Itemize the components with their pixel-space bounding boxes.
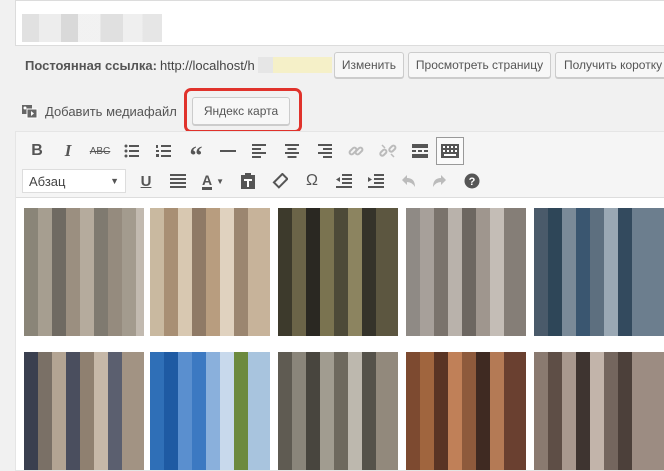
- horizontal-line-icon[interactable]: [212, 137, 244, 165]
- gallery-image[interactable]: [534, 352, 664, 470]
- svg-text:?: ?: [469, 176, 476, 188]
- text-color-chevron-icon: ▼: [216, 176, 225, 186]
- unlink-icon[interactable]: [372, 137, 404, 165]
- gallery-image[interactable]: [278, 352, 398, 470]
- gallery-image[interactable]: [278, 208, 398, 336]
- indent-icon[interactable]: [360, 167, 392, 195]
- blockquote-icon[interactable]: “: [180, 137, 212, 170]
- chevron-down-icon: ▼: [110, 176, 119, 186]
- editor-toolbar: B I ABC “ Абзац ▼ U A ▼ Ω ?: [16, 132, 664, 198]
- editor-panel: B I ABC “ Абзац ▼ U A ▼ Ω ?: [15, 131, 664, 471]
- format-select[interactable]: Абзац ▼: [22, 169, 126, 193]
- change-permalink-button[interactable]: Изменить: [334, 52, 404, 78]
- toolbar-row-1: B I ABC “: [22, 136, 464, 170]
- outdent-icon[interactable]: [328, 167, 360, 195]
- gallery-image[interactable]: [150, 208, 270, 336]
- align-center-icon[interactable]: [276, 137, 308, 165]
- gallery-image[interactable]: [406, 208, 526, 336]
- view-page-button[interactable]: Просмотреть страницу: [408, 52, 551, 78]
- add-media-button[interactable]: Добавить медиафайл: [15, 97, 183, 125]
- strikethrough-icon[interactable]: ABC: [84, 137, 116, 165]
- toolbar-toggle-icon[interactable]: [436, 137, 464, 165]
- italic-icon[interactable]: I: [52, 137, 84, 165]
- format-select-value: Абзац: [29, 173, 66, 189]
- gallery-image[interactable]: [534, 208, 664, 336]
- post-title-input[interactable]: [15, 0, 664, 46]
- bold-icon[interactable]: B: [22, 137, 52, 165]
- permalink-row: Постоянная ссылка: http://localhost/h Из…: [0, 50, 664, 78]
- clear-formatting-icon[interactable]: [264, 167, 296, 195]
- numbered-list-icon[interactable]: [148, 137, 180, 165]
- bullet-list-icon[interactable]: [116, 137, 148, 165]
- justify-icon[interactable]: [162, 167, 194, 195]
- title-blurred-text: [22, 14, 162, 42]
- permalink-label: Постоянная ссылка:: [25, 58, 157, 73]
- editor-content-gallery[interactable]: [24, 208, 664, 470]
- link-icon[interactable]: [340, 137, 372, 165]
- align-left-icon[interactable]: [244, 137, 276, 165]
- media-icon: [22, 105, 38, 119]
- get-shortlink-button[interactable]: Получить коротку: [555, 52, 664, 78]
- special-character-icon[interactable]: Ω: [296, 167, 328, 195]
- gallery-image[interactable]: [24, 352, 144, 470]
- permalink-blurred-slug: [258, 57, 332, 73]
- redo-icon[interactable]: [424, 167, 456, 195]
- underline-icon[interactable]: U: [130, 167, 162, 195]
- text-color-icon[interactable]: A ▼: [194, 167, 232, 195]
- add-media-label: Добавить медиафайл: [45, 103, 177, 119]
- permalink-url[interactable]: http://localhost/h: [160, 58, 255, 73]
- undo-icon[interactable]: [392, 167, 424, 195]
- highlight-annotation: [184, 88, 302, 133]
- gallery-image[interactable]: [24, 208, 144, 336]
- paste-text-icon[interactable]: [232, 167, 264, 195]
- help-icon[interactable]: ?: [456, 167, 488, 195]
- gallery-image[interactable]: [406, 352, 526, 470]
- toolbar-row-2: Абзац ▼ U A ▼ Ω ?: [22, 166, 488, 196]
- read-more-icon[interactable]: [404, 137, 436, 165]
- gallery-image[interactable]: [150, 352, 270, 470]
- align-right-icon[interactable]: [308, 137, 340, 165]
